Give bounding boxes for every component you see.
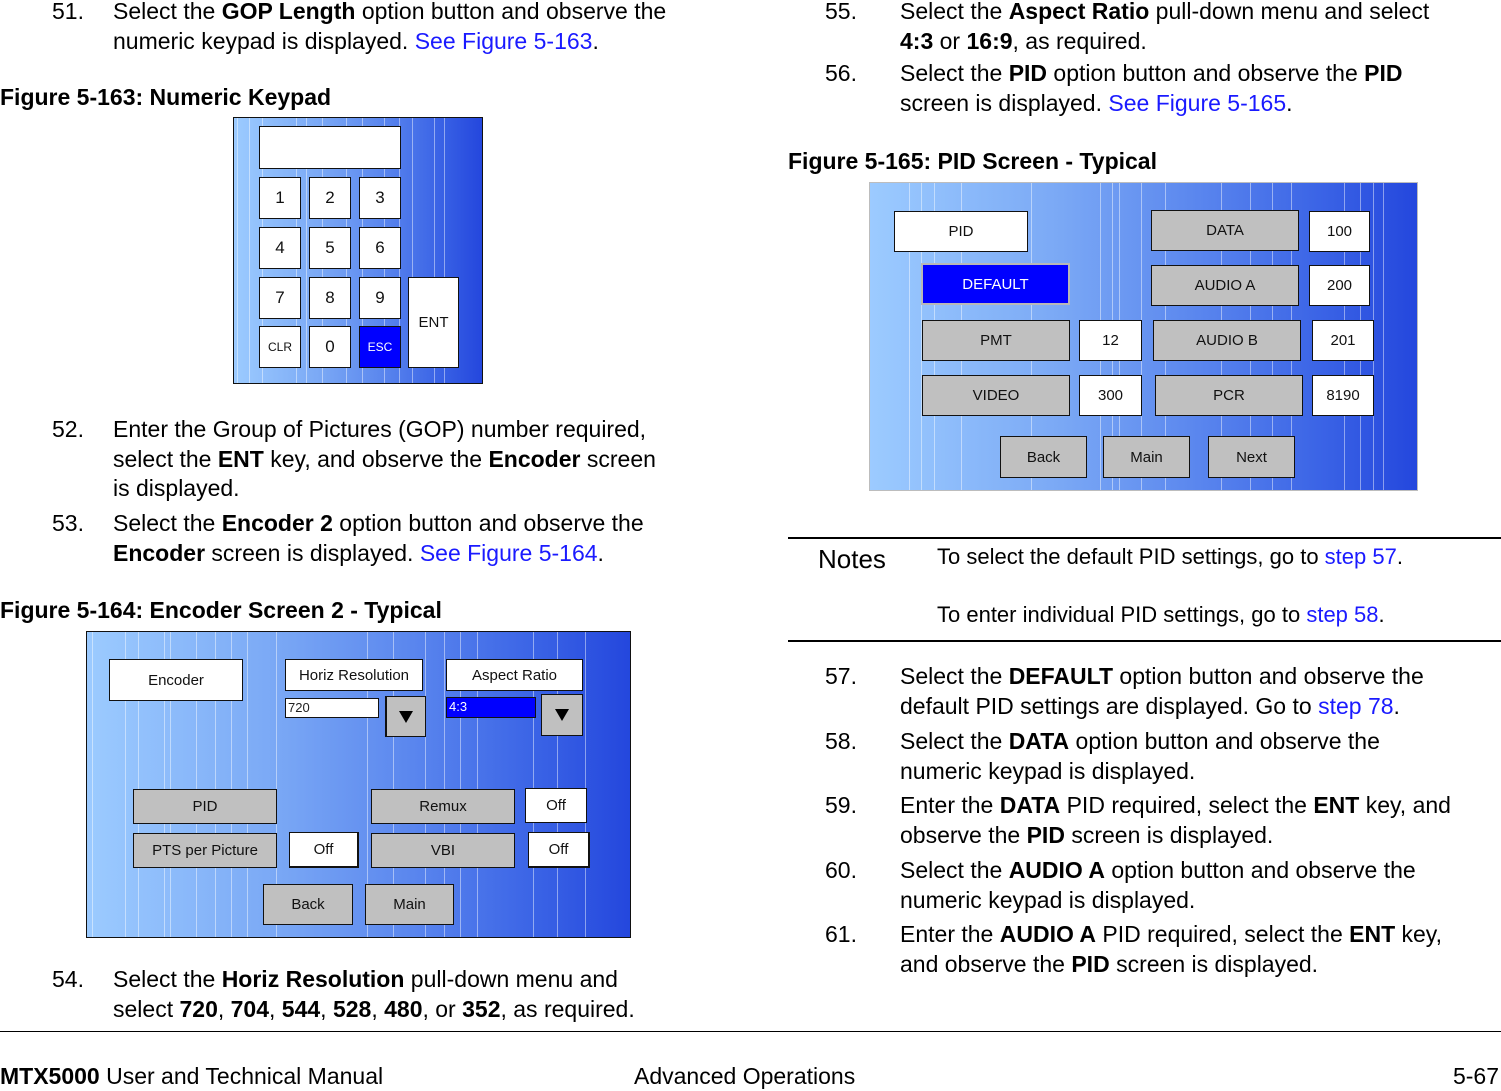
key-4[interactable]: 4 — [259, 227, 301, 269]
step-number: 59. — [825, 792, 857, 818]
figure-link[interactable]: See Figure 5-164 — [420, 540, 598, 566]
back-button[interactable]: Back — [263, 884, 353, 925]
pid-screen: PID DEFAULT PMT 12 VIDEO 300 DATA 100 AU… — [869, 182, 1418, 491]
data-value[interactable]: 100 — [1309, 211, 1370, 252]
back-button[interactable]: Back — [1000, 436, 1087, 478]
pts-per-picture-value[interactable]: Off — [289, 832, 359, 868]
horiz-resolution-select[interactable]: 720 — [285, 698, 379, 718]
horiz-resolution-dropdown-button[interactable] — [385, 696, 426, 737]
default-button[interactable]: DEFAULT — [921, 263, 1070, 305]
audio-b-button[interactable]: AUDIO B — [1153, 320, 1301, 361]
key-esc[interactable]: ESC — [359, 326, 401, 368]
figure-link[interactable]: See Figure 5-165 — [1108, 90, 1286, 116]
step-number: 60. — [825, 857, 857, 883]
chevron-down-icon — [399, 710, 413, 723]
notes-label: Notes — [818, 544, 886, 574]
vbi-value[interactable]: Off — [528, 832, 590, 868]
step-number: 61. — [825, 921, 857, 947]
notes-bottom-divider — [788, 640, 1501, 642]
step-number: 55. — [825, 0, 857, 24]
key-6[interactable]: 6 — [359, 227, 401, 269]
figure-caption: Figure 5-164: Encoder Screen 2 - Typical — [0, 597, 442, 623]
pcr-value[interactable]: 8190 — [1312, 375, 1374, 416]
video-value[interactable]: 300 — [1079, 375, 1142, 416]
step-number: 56. — [825, 60, 857, 86]
horiz-resolution-label: Horiz Resolution — [285, 659, 423, 691]
note-1: To select the default PID settings, go t… — [937, 544, 1403, 569]
numeric-keypad-screen: 1 2 3 4 5 6 7 8 9 CLR 0 ESC ENT — [233, 117, 483, 384]
audio-a-value[interactable]: 200 — [1309, 265, 1370, 306]
key-9[interactable]: 9 — [359, 277, 401, 319]
step-number: 52. — [52, 416, 84, 442]
footer-manual-title: MTX5000 User and Technical Manual — [0, 1063, 384, 1089]
pmt-value[interactable]: 12 — [1079, 320, 1142, 361]
step-number: 57. — [825, 663, 857, 689]
footer-divider — [0, 1031, 1501, 1032]
step-link[interactable]: step 58 — [1306, 602, 1378, 627]
key-1[interactable]: 1 — [259, 177, 301, 219]
main-button[interactable]: Main — [1103, 436, 1190, 478]
key-2[interactable]: 2 — [309, 177, 351, 219]
step-link[interactable]: step 78 — [1318, 693, 1393, 719]
pcr-button[interactable]: PCR — [1155, 375, 1303, 416]
aspect-ratio-dropdown-button[interactable] — [541, 694, 583, 736]
chevron-down-icon — [555, 709, 569, 721]
step-number: 51. — [52, 0, 84, 24]
keypad-display[interactable] — [259, 126, 401, 169]
aspect-ratio-label: Aspect Ratio — [446, 659, 583, 691]
encoder-button[interactable]: Encoder — [109, 659, 243, 701]
figure-caption: Figure 5-165: PID Screen - Typical — [788, 148, 1157, 174]
key-8[interactable]: 8 — [309, 277, 351, 319]
step-51: 51. Select the GOP Length option button … — [52, 0, 732, 57]
key-0[interactable]: 0 — [309, 326, 351, 368]
notes-top-divider — [788, 537, 1501, 539]
remux-button[interactable]: Remux — [371, 789, 515, 824]
step-number: 58. — [825, 728, 857, 754]
vbi-button[interactable]: VBI — [371, 833, 515, 868]
step-link[interactable]: step 57 — [1325, 544, 1397, 569]
remux-value[interactable]: Off — [525, 788, 587, 823]
footer-section: Advanced Operations — [634, 1063, 856, 1089]
key-5[interactable]: 5 — [309, 227, 351, 269]
step-number: 54. — [52, 966, 84, 992]
key-clr[interactable]: CLR — [259, 326, 301, 368]
audio-a-button[interactable]: AUDIO A — [1151, 265, 1299, 306]
encoder-screen: Encoder Horiz Resolution 720 Aspect Rati… — [86, 631, 631, 938]
pmt-button[interactable]: PMT — [922, 320, 1070, 361]
aspect-ratio-select[interactable]: 4:3 — [446, 697, 536, 718]
next-button[interactable]: Next — [1208, 436, 1295, 478]
note-2: To enter individual PID settings, go to … — [937, 602, 1385, 627]
data-button[interactable]: DATA — [1151, 210, 1299, 251]
pid-title-button: PID — [894, 211, 1028, 252]
key-3[interactable]: 3 — [359, 177, 401, 219]
key-ent[interactable]: ENT — [408, 277, 459, 368]
step-number: 53. — [52, 510, 84, 536]
figure-caption: Figure 5-163: Numeric Keypad — [0, 84, 332, 110]
video-button[interactable]: VIDEO — [922, 375, 1070, 416]
figure-link[interactable]: See Figure 5-163 — [415, 28, 593, 54]
main-button[interactable]: Main — [365, 884, 454, 925]
pts-per-picture-button[interactable]: PTS per Picture — [133, 833, 277, 868]
pid-button[interactable]: PID — [133, 789, 277, 824]
footer-page-number: 5-67 — [1452, 1063, 1499, 1089]
audio-b-value[interactable]: 201 — [1312, 320, 1374, 361]
key-7[interactable]: 7 — [259, 277, 301, 319]
